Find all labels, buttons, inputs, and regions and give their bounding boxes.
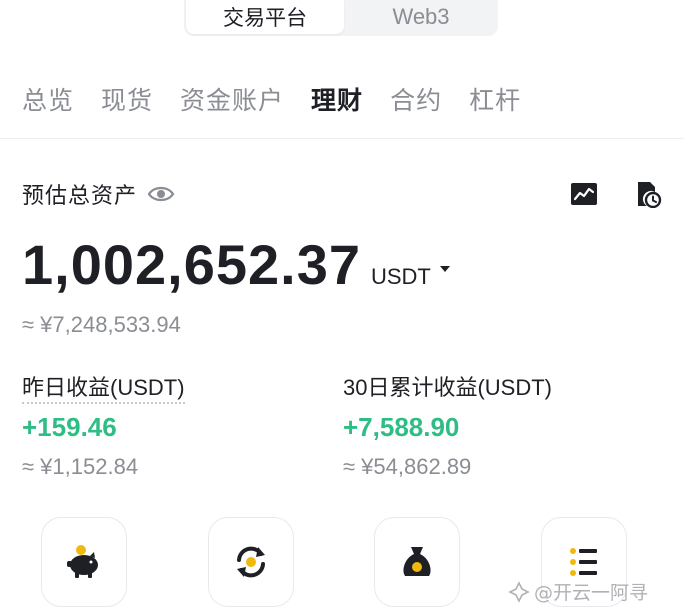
thirty-day-earnings-label: 30日累计收益(USDT) [343, 375, 553, 400]
chart-trend-icon[interactable] [570, 180, 598, 208]
watermark: @开云一阿寻 [508, 578, 648, 605]
tab-funding[interactable]: 资金账户 [180, 82, 284, 122]
thirty-day-earnings: 30日累计收益(USDT) +7,588.90 ≈ ¥54,862.89 [343, 374, 552, 480]
currency-selector-label[interactable]: USDT [371, 264, 431, 290]
exchange-cycle-icon [237, 546, 265, 578]
tab-overview[interactable]: 总览 [22, 82, 74, 122]
money-bag-icon [403, 547, 431, 576]
estimated-assets-label: 预估总资产 [22, 184, 138, 209]
caret-down-icon[interactable] [439, 264, 451, 274]
eye-icon[interactable] [147, 184, 175, 204]
total-balance: 1,002,652.37 USDT [22, 232, 451, 297]
savings-action-button[interactable] [41, 517, 127, 607]
segment-web3[interactable]: Web3 [344, 0, 498, 34]
list-icon [570, 548, 597, 576]
thirty-day-earnings-value: +7,588.90 [343, 412, 460, 442]
tab-margin[interactable]: 杠杆 [469, 82, 521, 122]
yesterday-earnings-fiat: ≈ ¥1,152.84 [22, 454, 139, 479]
total-balance-amount: 1,002,652.37 [22, 233, 361, 296]
yesterday-earnings: 昨日收益(USDT) +159.46 ≈ ¥1,152.84 [22, 374, 185, 480]
auto-invest-action-button[interactable] [208, 517, 294, 607]
watermark-text: @开云一阿寻 [534, 582, 649, 604]
tab-earn[interactable]: 理财 [311, 82, 363, 122]
total-balance-fiat: ≈ ¥7,248,533.94 [22, 312, 181, 337]
history-icon[interactable] [634, 180, 662, 208]
tab-futures[interactable]: 合约 [390, 82, 442, 122]
tab-spot[interactable]: 现货 [101, 82, 153, 122]
thirty-day-earnings-fiat: ≈ ¥54,862.89 [343, 454, 472, 479]
estimated-assets-header: 预估总资产 [22, 178, 175, 210]
loan-action-button[interactable] [374, 517, 460, 607]
segment-exchange[interactable]: 交易平台 [186, 0, 344, 34]
yesterday-earnings-label[interactable]: 昨日收益(USDT) [22, 375, 185, 404]
yesterday-earnings-value: +159.46 [22, 412, 117, 442]
tabs-divider [0, 138, 684, 139]
platform-switcher: 交易平台 Web3 [0, 0, 684, 40]
piggy-bank-icon [67, 545, 98, 578]
account-tabs: 总览 现货 资金账户 理财 合约 杠杆 [22, 82, 548, 122]
watermark-logo-icon [508, 580, 530, 603]
